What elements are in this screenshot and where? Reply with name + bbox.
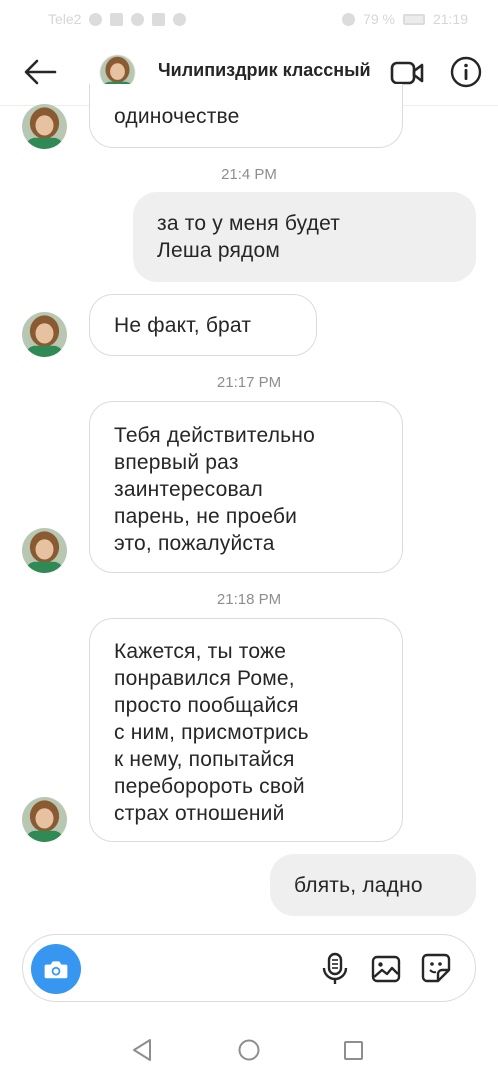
battery-icon (402, 13, 425, 25)
message-timestamp: 21:18 PM (216, 591, 282, 608)
video-camera-icon (390, 61, 424, 85)
message-bubble-incoming[interactable]: одиночестве (89, 84, 403, 148)
nav-back-button[interactable] (131, 1038, 153, 1062)
avatar-image (22, 312, 67, 357)
info-button[interactable] (450, 56, 482, 88)
mail-icon (152, 12, 166, 26)
sticker-icon (421, 953, 451, 983)
message-bubble-incoming[interactable]: Тебя действительно впервый раз заинтерес… (89, 401, 403, 573)
message-input[interactable] (93, 953, 313, 983)
carrier-label: Tele2 (48, 11, 82, 27)
microphone-icon (322, 952, 348, 984)
message-text: блять, ладно (294, 874, 423, 897)
arrow-left-icon (24, 59, 57, 85)
message-bubble-outgoing[interactable]: за то у меня будет Леша рядом (133, 192, 476, 282)
face-icon (173, 12, 187, 26)
avatar-image (22, 104, 67, 149)
sender-avatar[interactable] (22, 797, 67, 842)
sender-avatar[interactable] (22, 104, 67, 149)
battery-level: 79 % (363, 11, 395, 27)
sticker-button[interactable] (421, 953, 451, 983)
square-recents-icon (344, 1041, 363, 1060)
triangle-back-icon (133, 1039, 151, 1061)
message-text: Тебя действительно впервый раз заинтерес… (114, 424, 315, 555)
search-icon (131, 12, 145, 26)
sender-avatar[interactable] (22, 528, 67, 573)
message-timestamp: 21:17 PM (216, 374, 282, 391)
message-text: Кажется, ты тоже понравился Роме, просто… (114, 640, 309, 825)
camera-button[interactable] (31, 944, 81, 994)
system-navigation-bar (0, 1010, 498, 1080)
video-call-button[interactable] (390, 60, 424, 86)
message-bubble-incoming[interactable]: Не факт, брат (89, 294, 317, 356)
message-bubble-outgoing[interactable]: блять, ладно (270, 854, 476, 916)
message-composer (22, 934, 476, 1002)
message-bubble-incoming[interactable]: Кажется, ты тоже понравился Роме, просто… (89, 618, 403, 842)
message-text: одиночестве (114, 105, 240, 128)
message-timestamp: 21:4 PM (221, 166, 277, 183)
message-text: Не факт, брат (114, 314, 252, 337)
clock: 21:19 (432, 11, 468, 27)
sender-avatar[interactable] (22, 312, 67, 357)
image-gallery-icon (371, 955, 401, 983)
circle-home-icon (238, 1039, 260, 1061)
wifi-icon (89, 12, 103, 26)
gallery-button[interactable] (371, 955, 401, 983)
mute-icon (342, 12, 356, 26)
message-text: за то у меня будет Леша рядом (157, 212, 341, 262)
nav-home-button[interactable] (238, 1039, 260, 1061)
chat-title[interactable]: Чилипиздрик классный (158, 60, 378, 81)
back-button[interactable] (22, 56, 58, 88)
status-left: Tele2 (48, 11, 187, 27)
avatar-image (22, 797, 67, 842)
microphone-button[interactable] (321, 952, 349, 986)
info-icon (450, 56, 482, 88)
status-bar: Tele2 79 % 21:19 (0, 0, 498, 38)
nav-recents-button[interactable] (343, 1040, 364, 1061)
notification-icon (110, 12, 124, 26)
camera-icon (44, 961, 68, 979)
avatar-image (22, 528, 67, 573)
status-right: 79 % 21:19 (342, 11, 468, 27)
